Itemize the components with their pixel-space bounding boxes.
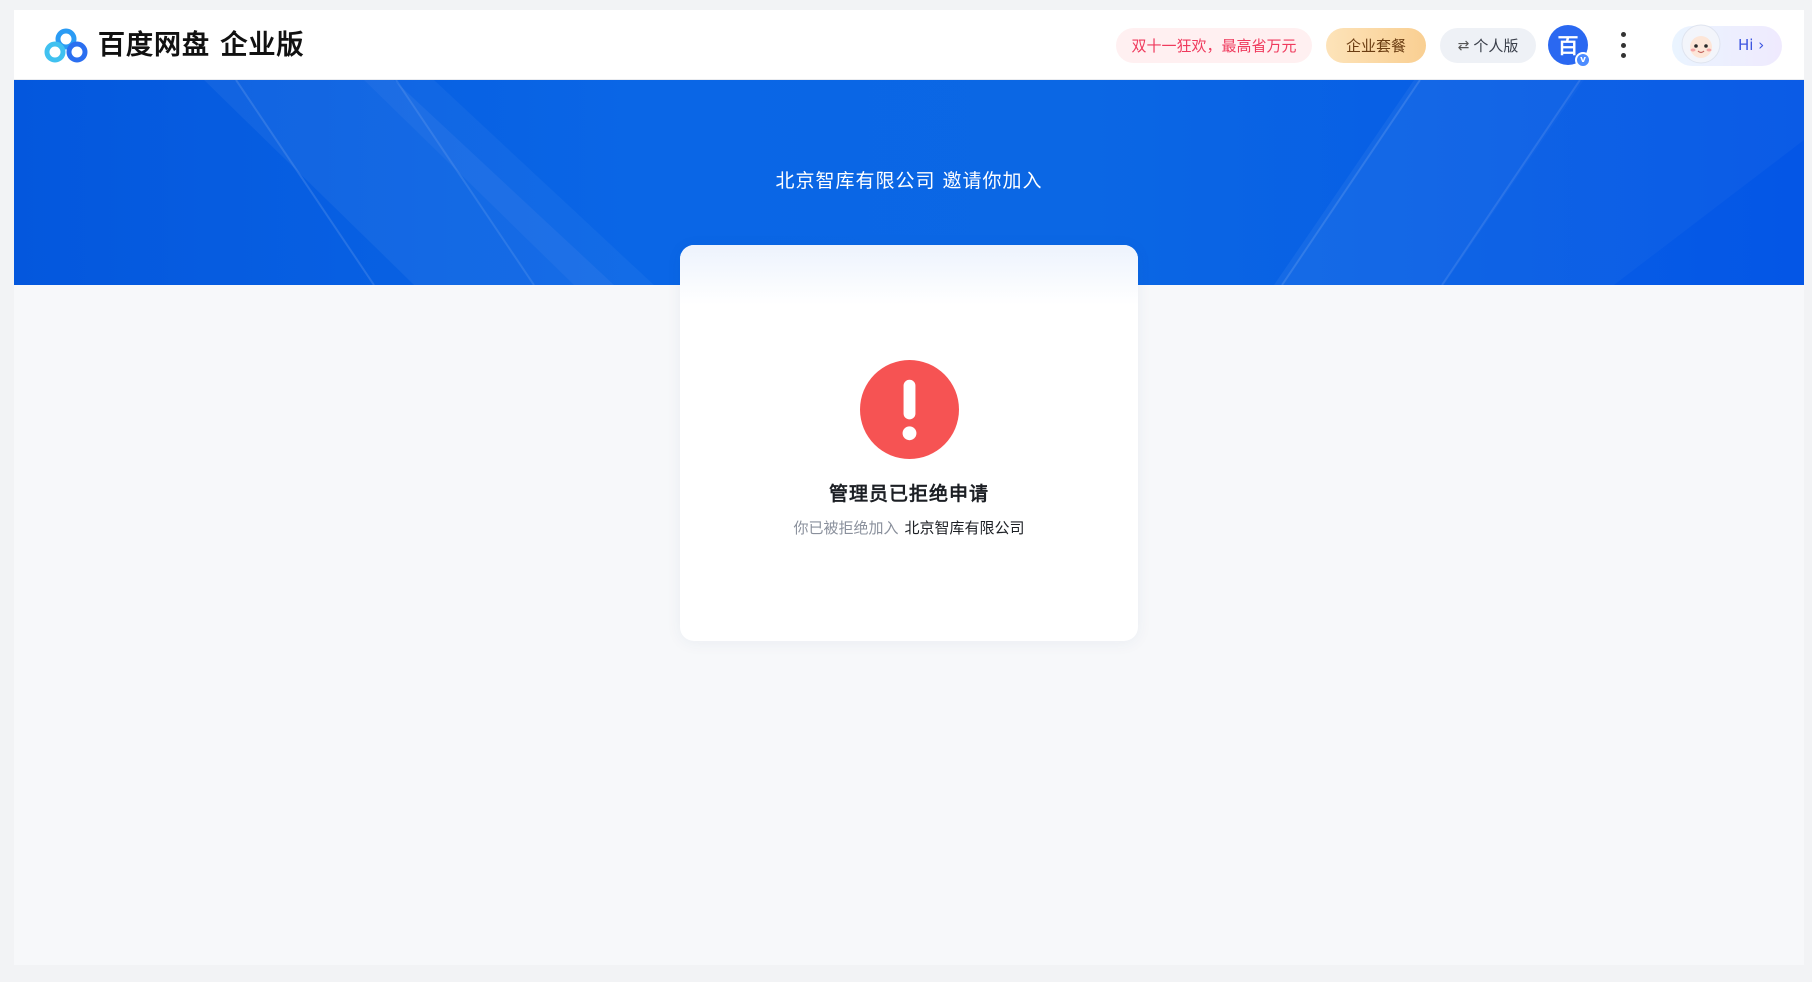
result-title: 管理员已拒绝申请 [828,483,989,505]
product-name: 百度网盘 企业版 [98,30,305,61]
switch-personal-button[interactable]: ⇄ 个人版 [1440,28,1536,63]
promo-button[interactable]: 双十一狂欢，最高省万元 [1116,28,1312,63]
user-avatar[interactable]: 百 v [1548,25,1591,68]
switch-personal-label: 个人版 [1473,37,1519,55]
company-name: 北京智库有限公司 [904,519,1025,537]
cloud-logo-icon [44,28,88,63]
result-subtitle-prefix: 你已被拒绝加入 [793,519,899,537]
top-bar: 百度网盘 企业版 双十一狂欢，最高省万元 企业套餐 ⇄ 个人版 百 v Hi › [14,10,1804,80]
switch-icon: ⇄ [1457,37,1470,54]
verified-badge-icon: v [1575,52,1591,68]
invite-title: 北京智库有限公司 邀请你加入 [775,170,1043,192]
mascot-icon [1681,24,1721,64]
error-icon [860,360,959,459]
card-header-gradient [680,245,1138,305]
result-subtitle: 你已被拒绝加入 北京智库有限公司 [680,517,1138,538]
more-menu-icon[interactable] [1618,32,1628,58]
logo[interactable]: 百度网盘 企业版 [44,28,304,64]
enterprise-plan-button[interactable]: 企业套餐 [1326,28,1426,63]
assistant-label: Hi › [1738,36,1765,54]
app-window: 百度网盘 企业版 双十一狂欢，最高省万元 企业套餐 ⇄ 个人版 百 v Hi ›… [14,10,1804,965]
assistant-button[interactable]: Hi › [1672,24,1782,66]
result-card: 管理员已拒绝申请 你已被拒绝加入 北京智库有限公司 [680,245,1138,641]
